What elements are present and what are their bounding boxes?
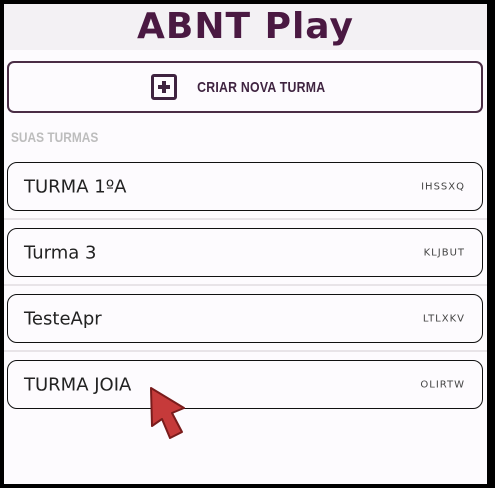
class-code: KLJBUT: [423, 247, 465, 258]
create-class-button[interactable]: CRIAR NOVA TURMA: [7, 61, 483, 113]
app-header: ABNT Play: [4, 4, 487, 50]
class-code: OLIRTW: [420, 379, 465, 390]
list-divider: [4, 350, 487, 352]
class-name: Turma 3: [24, 242, 97, 263]
create-class-label: CRIAR NOVA TURMA: [196, 78, 326, 96]
class-card[interactable]: TURMA JOIA OLIRTW: [7, 360, 483, 409]
list-divider: [4, 284, 487, 286]
section-title: SUAS TURMAS: [11, 129, 99, 145]
class-code: LTLXKV: [422, 313, 465, 324]
app-title: ABNT Play: [137, 6, 354, 47]
class-name: TURMA JOIA: [24, 374, 132, 395]
class-code: IHSSXQ: [421, 181, 465, 192]
class-card[interactable]: Turma 3 KLJBUT: [7, 228, 483, 277]
class-name: TesteApr: [24, 308, 102, 329]
mouse-cursor-icon: [150, 387, 185, 439]
class-card[interactable]: TesteApr LTLXKV: [7, 294, 483, 343]
class-name: TURMA 1ºA: [24, 176, 127, 197]
list-divider: [4, 218, 487, 220]
class-card[interactable]: TURMA 1ºA IHSSXQ: [7, 162, 483, 211]
plus-square-icon: [150, 74, 177, 100]
app-screen: ABNT Play CRIAR NOVA TURMA SUAS TURMAS T…: [4, 4, 487, 484]
